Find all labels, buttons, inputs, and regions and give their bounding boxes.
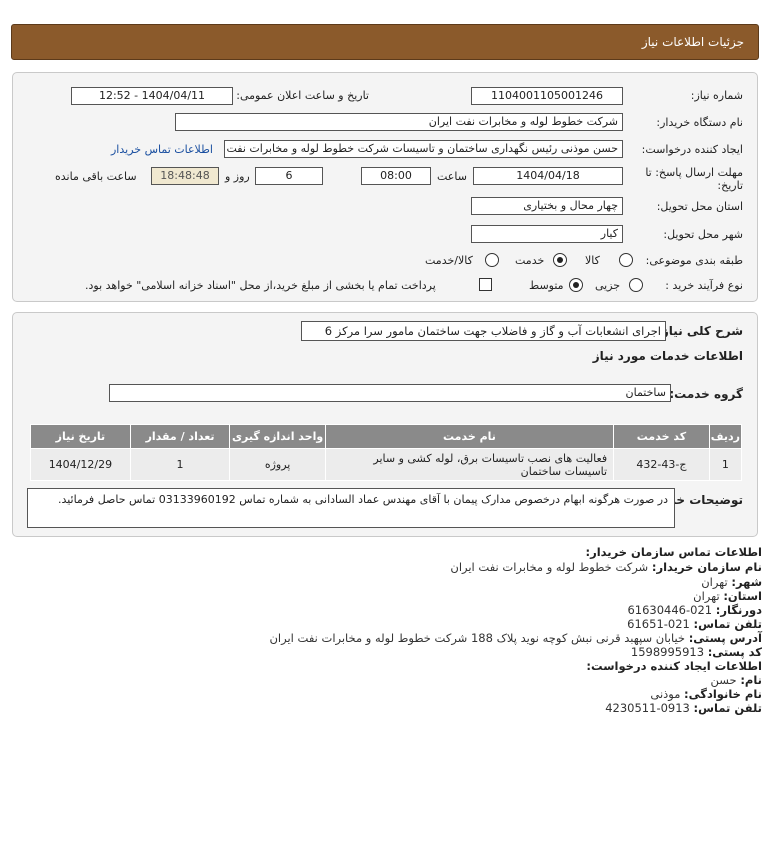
process-option-minor: جزیی	[595, 279, 621, 292]
cell-row: 1	[708, 448, 743, 481]
buyer-org-field[interactable]: شرکت خطوط لوله و مخابرات نفت ایران	[175, 113, 623, 131]
fax-line: دورنگار: 021-61630446	[627, 603, 762, 617]
category-option-goods: کالا	[585, 254, 600, 267]
cell-name: فعالیت های نصب تاسیسات برق، لوله کشی و س…	[324, 448, 615, 481]
need-description-field: اجرای انشعابات آب و گاز و فاضلاب جهت ساخ…	[301, 321, 666, 341]
category-label: طبقه بندی موضوعی:	[645, 254, 743, 267]
cell-unit: پروژه	[229, 448, 326, 481]
page-header: جزئیات اطلاعات نیاز	[11, 24, 759, 60]
page-title: جزئیات اطلاعات نیاز	[641, 35, 744, 49]
process-radio-medium[interactable]	[569, 278, 583, 292]
cell-code: ج-43-432	[613, 448, 710, 481]
postal-code-line: کد پستی: 1598995913	[630, 645, 762, 659]
buyer-org-label: نام دستگاه خریدار:	[656, 116, 743, 129]
services-table: ردیف کد خدمت نام خدمت واحد اندازه گیری ت…	[30, 424, 743, 481]
category-radio-goods-service[interactable]	[485, 253, 499, 267]
category-radio-service[interactable]	[553, 253, 567, 267]
city-line: شهر: تهران	[701, 575, 762, 589]
deadline-time-field[interactable]: 08:00	[361, 167, 431, 185]
col-name-header: نام خدمت	[324, 424, 615, 449]
announce-date-label: تاریخ و ساعت اعلان عمومی:	[236, 89, 369, 102]
category-option-goods-service: کالا/خدمت	[425, 254, 473, 267]
last-name-line: نام خانوادگی: موذنی	[650, 687, 762, 701]
remaining-time-label: ساعت باقی مانده	[55, 170, 137, 183]
process-radio-minor[interactable]	[629, 278, 643, 292]
deadline-time-label: ساعت	[437, 170, 467, 183]
treasury-payment-note: پرداخت تمام یا بخشی از مبلغ خرید،از محل …	[85, 279, 436, 292]
province-line: استان: تهران	[693, 589, 762, 603]
creator-field[interactable]: حسن موذنی رئیس نگهداری ساختمان و تاسیسات…	[224, 140, 623, 158]
process-option-medium: متوسط	[529, 279, 564, 292]
service-group-label: گروه خدمت:	[669, 387, 743, 401]
first-name-line: نام: حسن	[710, 673, 762, 687]
buyer-notes-text: در صورت هرگونه ابهام درخصوص مدارک پیمان …	[57, 493, 668, 506]
cell-qty: 1	[129, 448, 231, 481]
need-number-label: شماره نیاز:	[690, 89, 743, 102]
org-name-line: نام سازمان خریدار: شرکت خطوط لوله و مخاب…	[450, 560, 762, 574]
category-option-service: خدمت	[515, 254, 545, 267]
days-field[interactable]: 6	[255, 167, 323, 185]
need-number-field[interactable]: 1104001105001246	[471, 87, 623, 105]
treasury-payment-checkbox[interactable]	[479, 278, 492, 291]
need-description-label: شرح کلی نیاز:	[657, 324, 743, 338]
process-label: نوع فرآیند خرید :	[665, 279, 743, 292]
deadline-label-1: مهلت ارسال پاسخ: تا	[645, 166, 743, 179]
deadline-date-field[interactable]: 1404/04/18	[473, 167, 623, 185]
col-unit-header: واحد اندازه گیری	[229, 424, 326, 449]
province-label: استان محل تحویل:	[656, 200, 743, 213]
remaining-time-field: 18:48:48	[151, 167, 219, 185]
need-info-panel: شماره نیاز: 1104001105001246 تاریخ و ساع…	[12, 72, 758, 302]
address-line: آدرس پستی: خیابان سپهبد قرنی نبش کوچه نو…	[269, 631, 762, 645]
service-group-field: ساختمان	[109, 384, 671, 402]
cell-date: 1404/12/29	[30, 448, 131, 481]
province-field[interactable]: چهار محال و بختیاری	[471, 197, 623, 215]
buyer-contact-link[interactable]: اطلاعات تماس خریدار	[111, 143, 213, 156]
announce-date-field[interactable]: 1404/04/11 - 12:52	[71, 87, 233, 105]
category-radio-goods[interactable]	[619, 253, 633, 267]
days-label: روز و	[225, 170, 250, 183]
col-date-header: تاریخ نیاز	[30, 424, 131, 449]
table-row: 1 ج-43-432 فعالیت های نصب تاسیسات برق، ل…	[30, 448, 743, 481]
buyer-notes-field: در صورت هرگونه ابهام درخصوص مدارک پیمان …	[27, 488, 675, 528]
org-contact-title: اطلاعات تماس سازمان خریدار:	[585, 545, 762, 559]
col-qty-header: تعداد / مقدار	[129, 424, 231, 449]
deadline-label-2: تاریخ:	[717, 179, 743, 192]
phone-line: تلفن تماس: 021-61651	[627, 617, 762, 631]
services-section-title: اطلاعات خدمات مورد نیاز	[592, 349, 743, 363]
col-row-header: ردیف	[708, 424, 743, 449]
table-header-row: ردیف کد خدمت نام خدمت واحد اندازه گیری ت…	[30, 424, 743, 449]
creator-label: ایجاد کننده درخواست:	[641, 143, 743, 156]
col-code-header: کد خدمت	[613, 424, 710, 449]
creator-contact-title: اطلاعات ایجاد کننده درخواست:	[586, 659, 762, 673]
creator-phone-line: تلفن تماس: 0913-4230511	[605, 701, 762, 715]
city-field[interactable]: کیار	[471, 225, 623, 243]
city-label: شهر محل تحویل:	[663, 228, 743, 241]
